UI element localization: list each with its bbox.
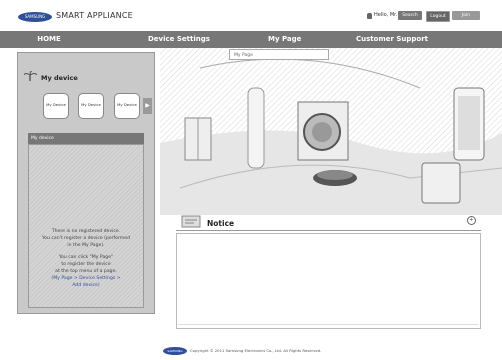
notice-more-button[interactable]: + <box>467 216 476 225</box>
message-line: You can click "My Page" <box>58 255 114 260</box>
nav-home[interactable]: HOME <box>29 31 69 48</box>
notice-icon <box>181 215 201 228</box>
nav-my-page[interactable]: My Page <box>268 31 301 48</box>
refrigerator-icon <box>184 117 212 161</box>
nav-customer-support[interactable]: Customer Support <box>356 31 428 48</box>
hero-illustration <box>160 48 502 215</box>
next-arrow-icon[interactable]: ▶ <box>143 98 152 114</box>
message-line: You can't register a device (performed <box>41 236 131 241</box>
appliance-scene <box>160 48 502 215</box>
logout-button[interactable]: Logout <box>426 11 450 22</box>
header: SAMSUNG SMART APPLIANCE Hello, Mr. Searc… <box>0 0 502 30</box>
sidebar-title: My device <box>41 74 78 82</box>
panel-header: My device <box>28 133 144 144</box>
footer-samsung-logo: SAMSUNG <box>163 347 187 355</box>
palm-tree-icon <box>24 71 37 81</box>
smartphone-icon <box>453 87 485 161</box>
message-line: at the top menu of a page. <box>55 269 117 274</box>
footer-divider <box>178 324 478 325</box>
sidebar: My device My Device My Device My Device … <box>17 52 155 314</box>
tablet-icon <box>421 162 461 204</box>
divider <box>176 230 481 231</box>
message-link[interactable]: (My Page > Device Settings > <box>29 276 143 282</box>
nav-device-settings[interactable]: Device Settings <box>148 31 210 48</box>
my-page-dropdown[interactable]: My Page <box>229 49 329 60</box>
washing-machine-icon <box>297 101 349 161</box>
join-button[interactable]: Join <box>452 11 480 20</box>
app-title: SMART APPLIANCE <box>56 11 133 20</box>
message-link[interactable]: Add device) <box>29 283 143 289</box>
user-icon <box>367 13 372 19</box>
notice-list <box>176 233 481 329</box>
my-device-tile-2[interactable]: My Device <box>78 93 104 119</box>
panel-body: There is no registered device. You can't… <box>28 144 144 308</box>
my-device-tile-1[interactable]: My Device <box>43 93 69 119</box>
robot-cleaner-icon <box>313 170 357 186</box>
search-button[interactable]: Search <box>398 11 422 20</box>
main-nav: HOME Device Settings My Page Customer Su… <box>0 31 502 48</box>
message-line: There is no registered device. <box>51 229 121 234</box>
message-line: to register the device <box>61 262 111 267</box>
air-conditioner-icon <box>247 87 265 169</box>
samsung-logo[interactable]: SAMSUNG <box>18 12 52 22</box>
my-device-tile-3[interactable]: My Device <box>114 93 140 119</box>
copyright-text: Copyright © 2011 Samsung Electronics Co.… <box>190 348 322 353</box>
notice-title: Notice <box>207 219 235 228</box>
user-greeting: Hello, Mr. <box>374 12 398 18</box>
message-line: in the My Page). <box>67 243 105 248</box>
